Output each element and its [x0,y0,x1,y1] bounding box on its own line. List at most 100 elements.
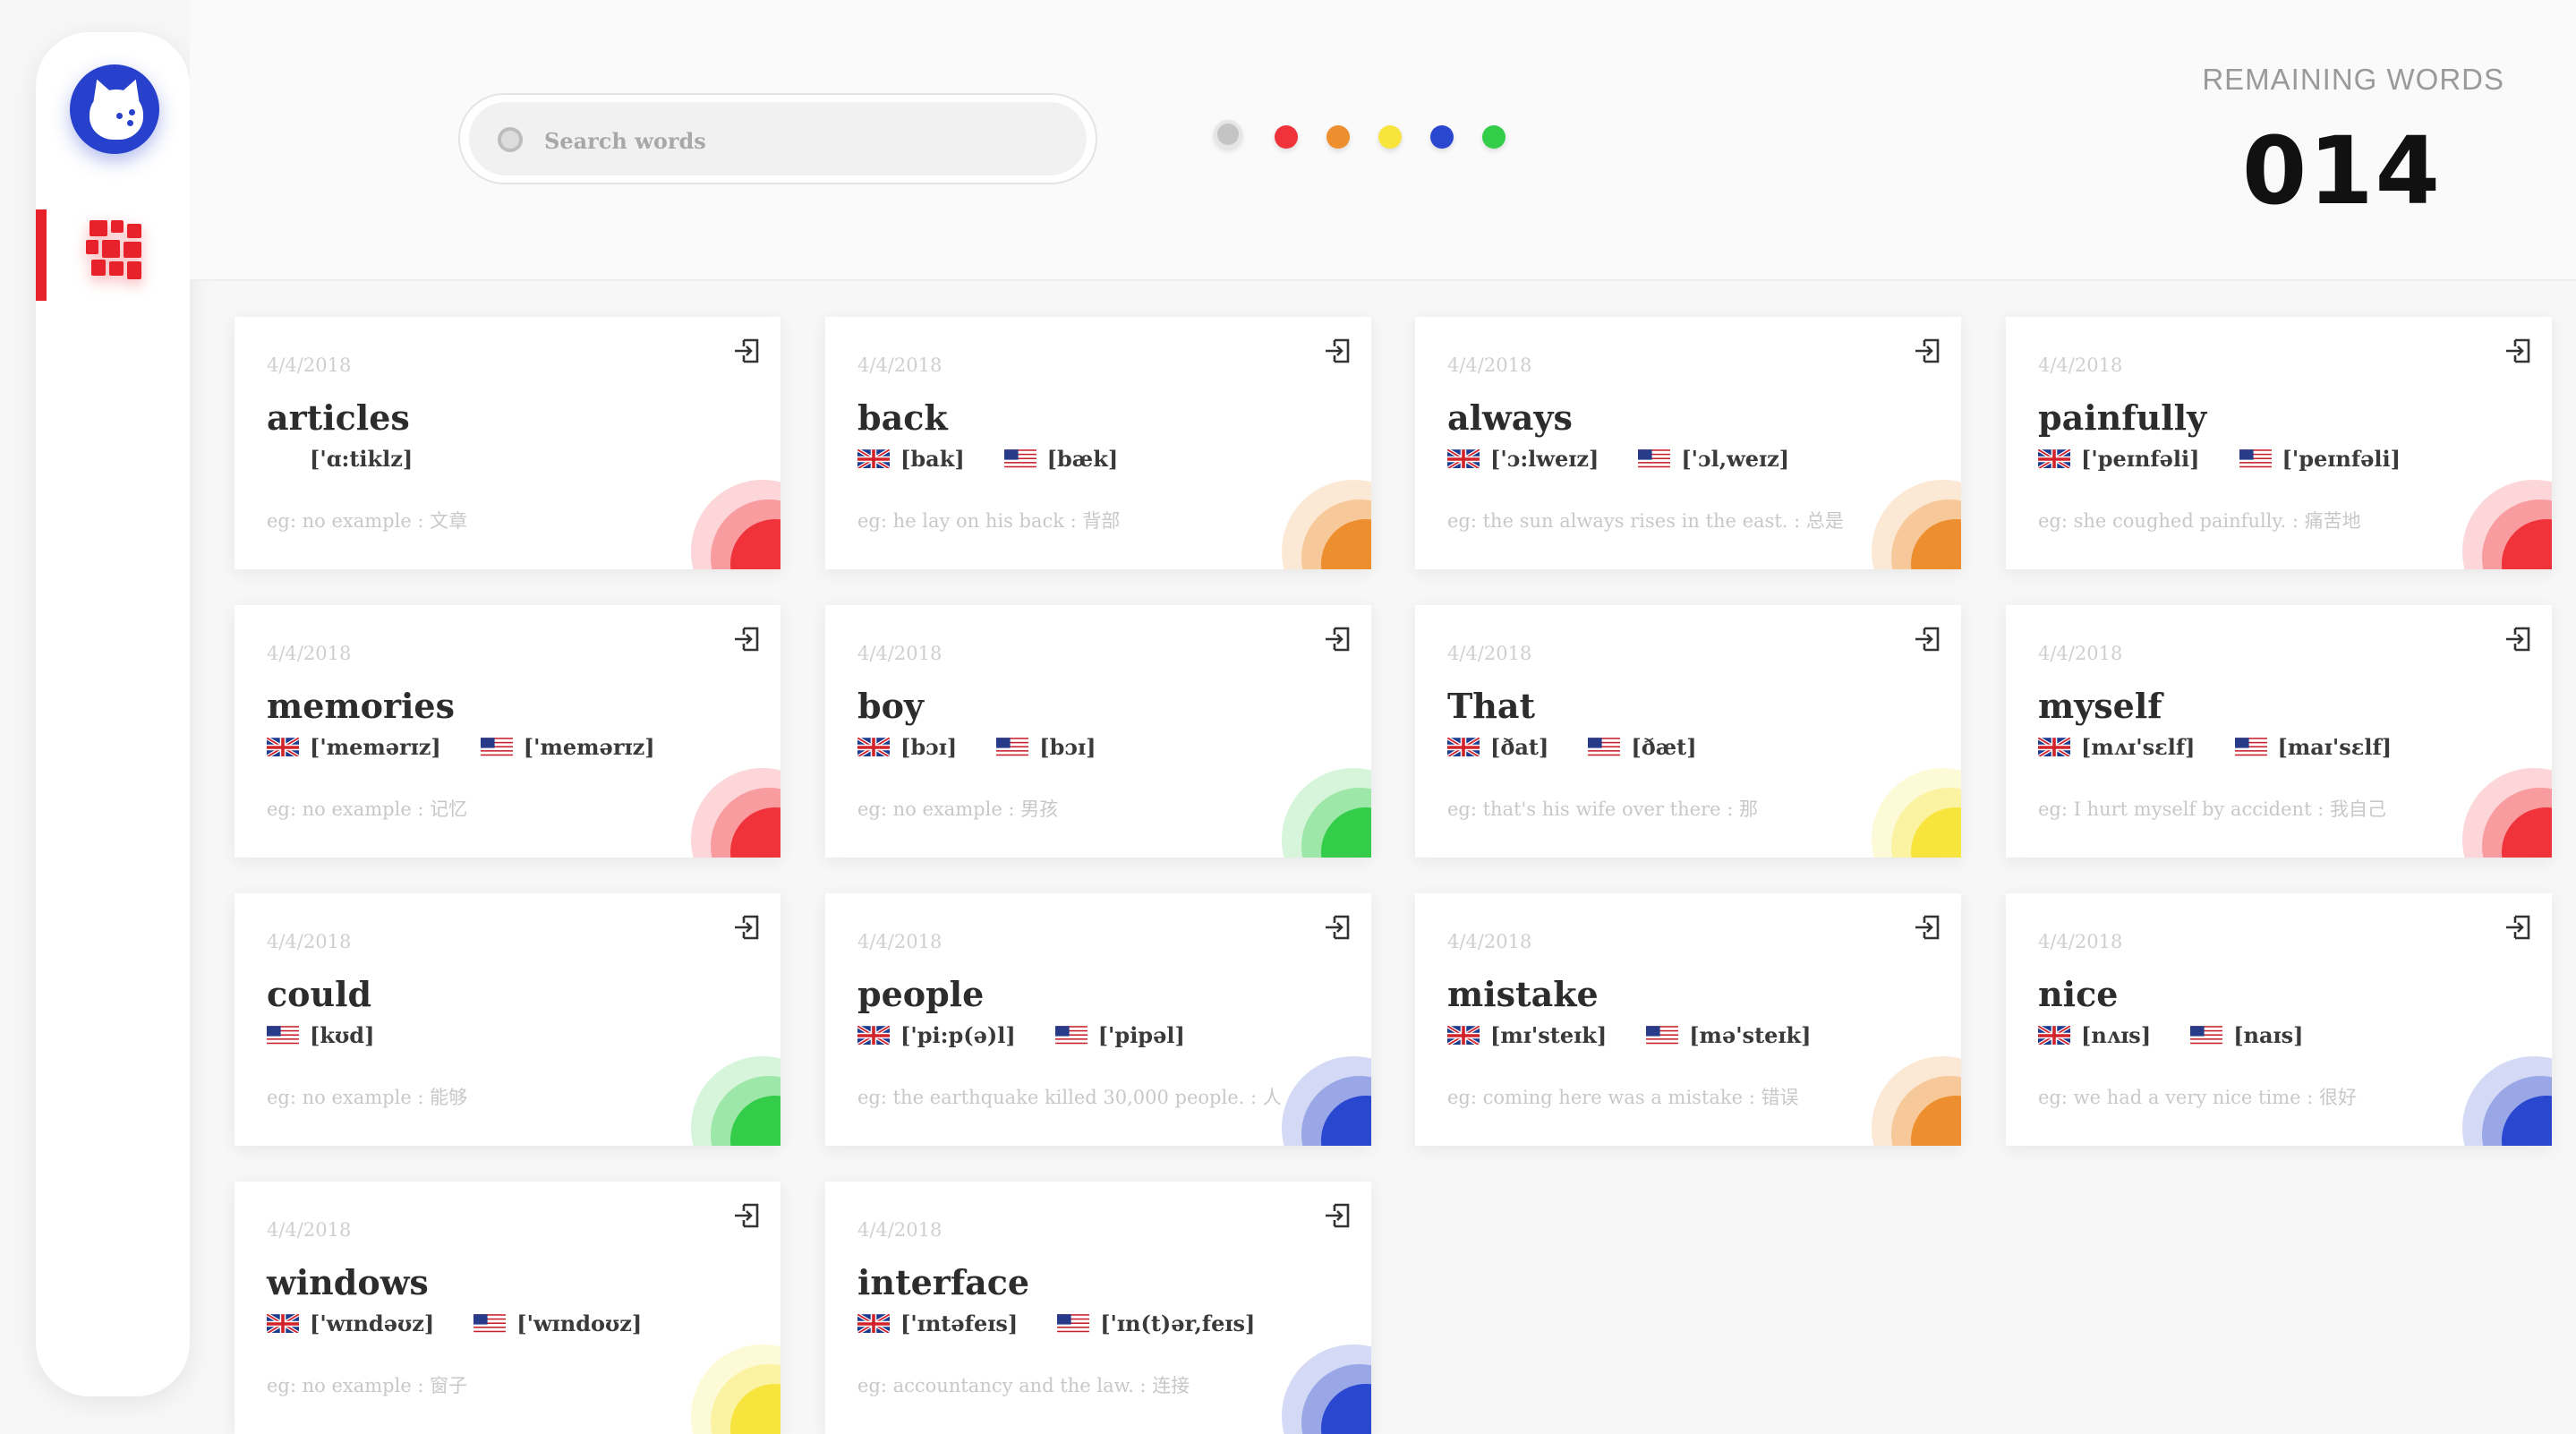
uk-flag-icon[interactable] [267,1313,299,1333]
us-flag-icon[interactable] [1057,1313,1090,1333]
enter-icon[interactable] [732,1201,761,1230]
pronunciation: [mə'steɪk] [1646,1022,1812,1048]
us-flag-icon[interactable] [480,737,513,756]
search-box [458,93,1097,184]
word-card[interactable]: 4/4/2018 always ['ɔ:lweɪz] ['ɔl,weɪz] eg: th… [1415,317,1961,569]
word-card[interactable]: 4/4/2018 back [bak] [bæk] eg: he lay on his … [825,317,1371,569]
uk-flag-icon[interactable] [1447,448,1480,468]
card-word: interface [857,1262,1030,1302]
enter-icon[interactable] [732,337,761,365]
word-card[interactable]: 4/4/2018 people ['pi:p(ə)l] ['pipəl] eg: the… [825,893,1371,1146]
filter-dot-red[interactable] [1275,125,1298,149]
enter-icon[interactable] [1323,337,1352,365]
us-flag-icon[interactable] [267,1025,299,1045]
pronunciation: [bak] [857,446,965,472]
card-word: always [1447,397,1573,438]
enter-icon[interactable] [2503,337,2532,365]
card-word: windows [267,1262,429,1302]
pronunciation-text: [kʊd] [310,1022,375,1048]
uk-flag-icon[interactable] [1447,737,1480,756]
word-card[interactable]: 4/4/2018 mistake [mɪ'steɪk] [mə'steɪk] eg: c… [1415,893,1961,1146]
card-example: eg: she coughed painfully. : 痛苦地 [2038,510,2361,532]
enter-icon[interactable] [1323,625,1352,653]
pronunciation: ['wɪndəʊz] [267,1310,434,1336]
uk-flag-icon[interactable] [2038,1025,2070,1045]
grid-icon[interactable] [86,220,143,279]
pronunciation-text: ['ɑ:tiklz] [310,446,414,472]
card-date: 4/4/2018 [1447,643,1532,664]
pronunciation: [kʊd] [267,1022,374,1048]
card-date: 4/4/2018 [2038,931,2123,952]
pronunciation-text: [naɪs] [2233,1022,2304,1048]
uk-flag-icon[interactable] [267,737,299,756]
us-flag-icon[interactable] [1003,448,1036,468]
pronunciation: [mʌɪ'sɛlf] [2038,734,2196,760]
pronunciation: ['memərɪz] [267,734,441,760]
filter-dot-green[interactable] [1482,125,1506,149]
pronunciation-text: [bæk] [1046,446,1119,472]
enter-icon[interactable] [1323,913,1352,942]
pronunciation-text: [mə'steɪk] [1689,1022,1812,1048]
word-card[interactable]: 4/4/2018 That [ðat] [ðæt] eg: that's his wif… [1415,605,1961,858]
filter-dot-yellow[interactable] [1378,125,1402,149]
pronunciation-text: [ðat] [1490,734,1549,760]
uk-flag-icon[interactable] [2038,737,2070,756]
uk-flag-icon[interactable] [1447,1025,1480,1045]
pronunciation: [bɔɪ] [996,734,1096,760]
pronunciation-text: [bɔɪ] [1039,734,1096,760]
us-flag-icon[interactable] [996,737,1029,756]
card-example: eg: no example : 文章 [267,510,468,532]
word-card[interactable]: 4/4/2018 articles ['ɑ:tiklz] eg: no example… [235,317,780,569]
enter-icon[interactable] [732,913,761,942]
uk-flag-icon[interactable] [857,448,890,468]
word-card[interactable]: 4/4/2018 memories ['memərɪz] ['memərɪz] eg: … [235,605,780,858]
enter-icon[interactable] [1913,337,1941,365]
uk-flag-icon[interactable] [2038,448,2070,468]
word-card[interactable]: 4/4/2018 myself [mʌɪ'sɛlf] [maɪ'sɛlf] eg: I … [2006,605,2552,858]
us-flag-icon[interactable] [1588,737,1621,756]
cat-logo-icon[interactable] [70,64,159,154]
word-card[interactable]: 4/4/2018 interface ['ɪntəfeɪs] ['ɪn(t)ər,fe… [825,1182,1371,1434]
filter-dot-orange[interactable] [1326,125,1350,149]
card-word: boy [857,686,924,726]
us-flag-icon[interactable] [2234,737,2267,756]
uk-flag-icon[interactable] [857,737,890,756]
enter-icon[interactable] [2503,625,2532,653]
card-example: eg: the sun always rises in the east. : … [1447,510,1844,532]
card-pronunciations: [mɪ'steɪk] [mə'steɪk] [1447,1022,1851,1049]
pronunciation-text: ['ɔl,weɪz] [1681,446,1790,472]
us-flag-icon[interactable] [1054,1025,1088,1045]
nav-active-indicator [36,209,47,301]
us-flag-icon[interactable] [2239,448,2272,468]
word-card[interactable]: 4/4/2018 could [kʊd] eg: no example : 能够 [235,893,780,1146]
enter-icon[interactable] [1913,625,1941,653]
enter-icon[interactable] [732,625,761,653]
pronunciation: [nʌɪs] [2038,1022,2151,1048]
enter-icon[interactable] [1913,913,1941,942]
word-card[interactable]: 4/4/2018 boy [bɔɪ] [bɔɪ] eg: no example : 男孩 [825,605,1371,858]
filter-dot-all[interactable] [1214,120,1242,149]
word-card[interactable]: 4/4/2018 windows ['wɪndəʊz] ['wɪndoʊz] eg: n… [235,1182,780,1434]
us-flag-icon[interactable] [1646,1025,1679,1045]
enter-icon[interactable] [1323,1201,1352,1230]
filter-dot-blue[interactable] [1430,125,1454,149]
card-pronunciations: ['ɪntəfeɪs] ['ɪn(t)ər,feɪs] [857,1310,1294,1337]
word-card[interactable]: 4/4/2018 painfully ['peɪnfəli] ['peɪnfəli] e… [2006,317,2552,569]
card-pronunciations: [kʊd] [267,1022,414,1049]
word-card[interactable]: 4/4/2018 nice [nʌɪs] [naɪs] eg: we had a ver… [2006,893,2552,1146]
uk-flag-icon[interactable] [857,1025,890,1045]
pronunciation: ['ɔl,weɪz] [1638,446,1789,472]
us-flag-icon[interactable] [2190,1025,2223,1045]
card-word: people [857,974,985,1014]
uk-flag-icon[interactable] [857,1313,890,1333]
card-word: myself [2038,686,2162,726]
card-pronunciations: [nʌɪs] [naɪs] [2038,1022,2343,1049]
pronunciation: [bɔɪ] [857,734,957,760]
us-flag-icon[interactable] [473,1313,507,1333]
pronunciation-text: [bak] [900,446,965,472]
search-input[interactable] [542,102,1047,181]
enter-icon[interactable] [2503,913,2532,942]
card-example: eg: the earthquake killed 30,000 people.… [857,1087,1282,1108]
us-flag-icon[interactable] [1638,448,1671,468]
pronunciation: ['peɪnfəli] [2239,446,2401,472]
